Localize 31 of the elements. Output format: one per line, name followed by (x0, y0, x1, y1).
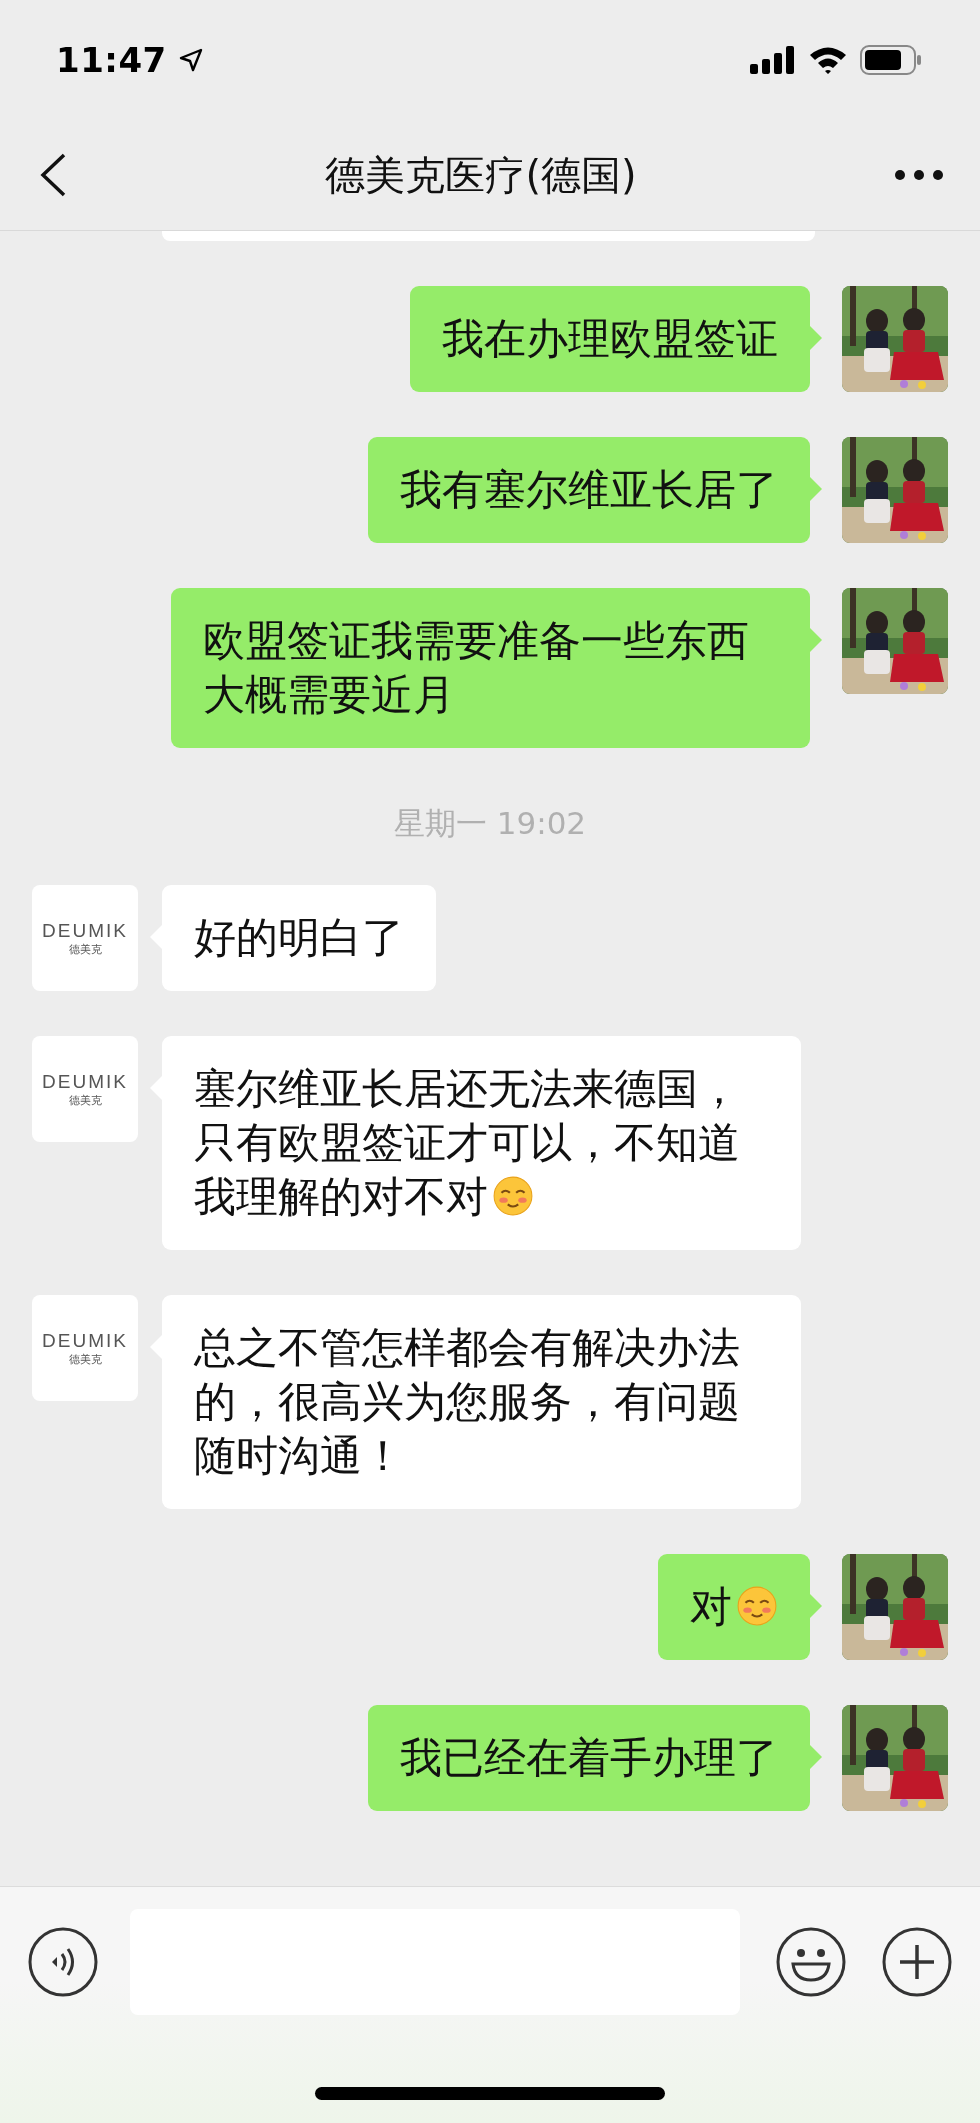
message-bubble: 我已经在着手办理了 (368, 1705, 810, 1811)
timestamp: 星期一 19:02 (393, 804, 587, 843)
message-bubble: 塞尔维亚长居还无法来德国，只有欧盟签证才可以，不知道我理解的对不对 (162, 1036, 801, 1250)
back-button[interactable] (38, 152, 68, 198)
logo-wordmark: DEUMIK (42, 921, 128, 940)
battery-icon (860, 45, 922, 75)
emoji-button[interactable] (776, 1927, 846, 1997)
message-bubble: 我在办理欧盟签证 (410, 286, 810, 392)
chat-title: 德美克医疗(德国) (324, 150, 638, 200)
logo-wordmark: DEUMIK (42, 1072, 128, 1091)
logo-caption: 德美克 (68, 1095, 102, 1106)
add-button[interactable] (882, 1927, 952, 1997)
logo-caption: 德美克 (68, 1354, 102, 1365)
wifi-icon (808, 45, 848, 75)
logo-avatar[interactable]: DEUMIK 德美克 (32, 885, 138, 991)
message-bubble: 欧盟签证我需要准备一些东西大概需要近月 (171, 588, 810, 748)
logo-avatar[interactable]: DEUMIK 德美克 (32, 1036, 138, 1142)
message-bubble: 好的明白了 (162, 885, 436, 991)
message-bubble: 我有塞尔维亚长居了 (368, 437, 810, 543)
signal-icon (750, 46, 796, 74)
location-arrow-icon (178, 48, 203, 72)
logo-wordmark: DEUMIK (42, 1331, 128, 1350)
more-button[interactable] (894, 169, 944, 181)
blushing-smile-icon (492, 1175, 534, 1217)
status-time: 11:47 (56, 40, 167, 80)
message-bubble: 总之不管怎样都会有解决办法的，很高兴为您服务，有问题随时沟通！ (162, 1295, 801, 1509)
logo-caption: 德美克 (68, 944, 102, 955)
logo-avatar[interactable]: DEUMIK 德美克 (32, 1295, 138, 1401)
blushing-smile-icon (736, 1585, 778, 1627)
voice-button[interactable] (28, 1927, 98, 1997)
message-bubble: 对 (658, 1554, 810, 1660)
